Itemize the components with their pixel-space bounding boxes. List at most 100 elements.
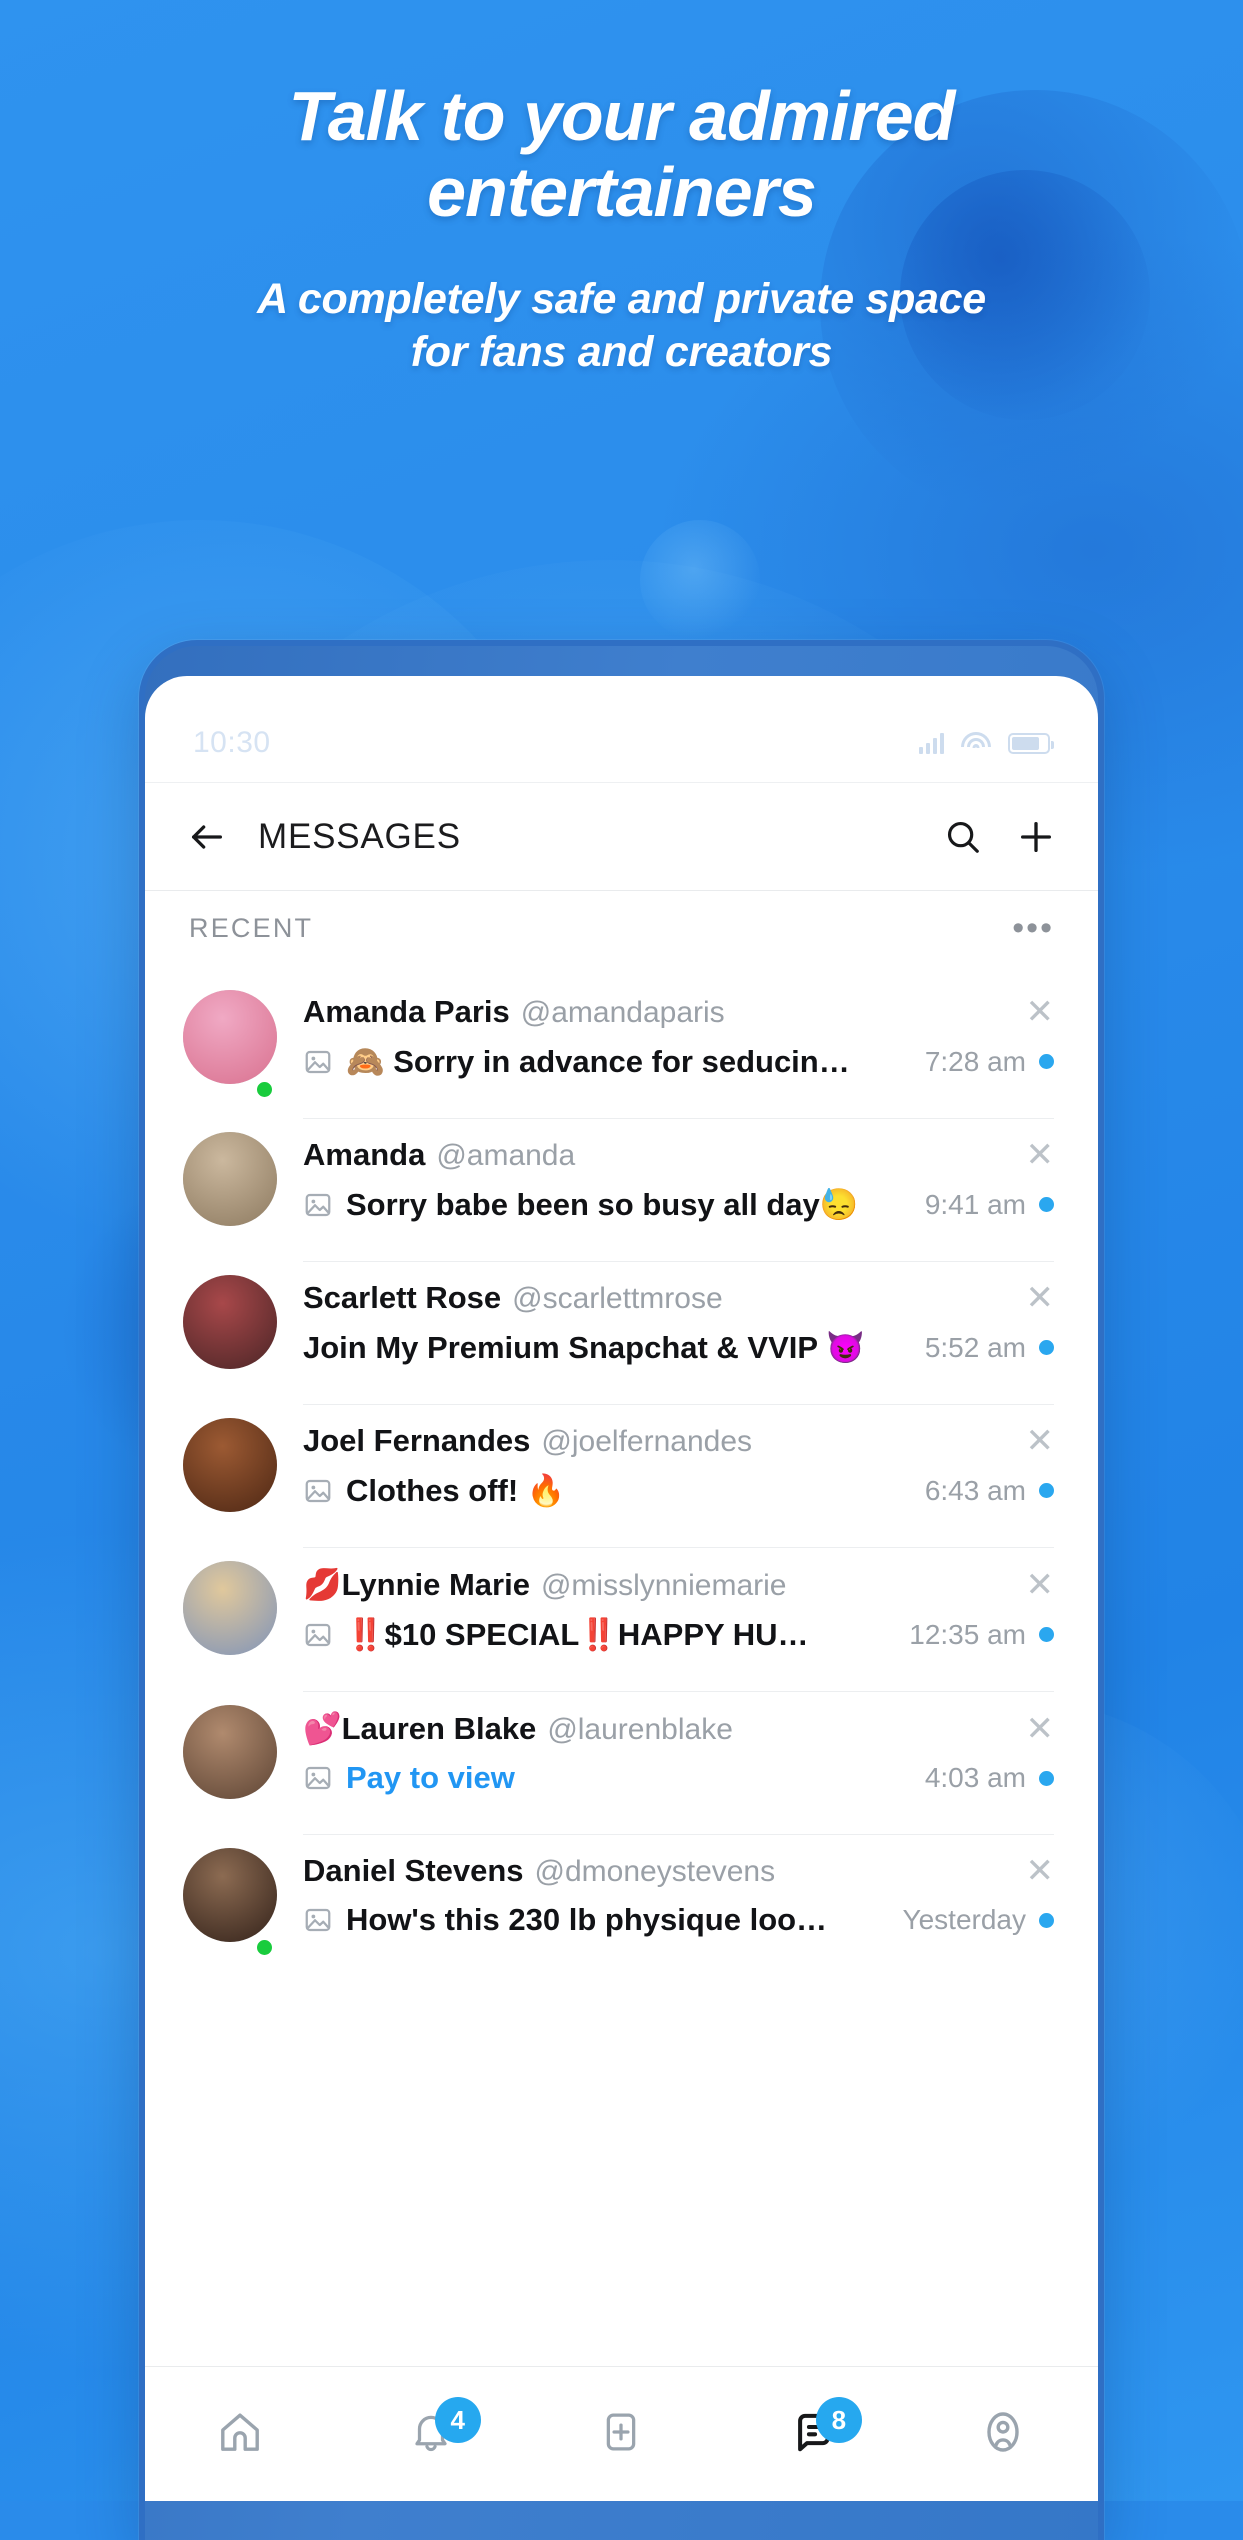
close-icon[interactable]: ✕: [1026, 1712, 1055, 1746]
conversation-bottom-line: How's this 230 lb physique loo… Yesterday: [303, 1902, 1054, 1938]
conversation-identity: 💕Lauren Blake @laurenblake: [303, 1710, 733, 1747]
unread-dot: [1039, 1627, 1054, 1642]
avatar[interactable]: [183, 1118, 277, 1245]
close-icon[interactable]: ✕: [1026, 1854, 1055, 1888]
close-icon[interactable]: ✕: [1026, 1281, 1055, 1315]
pay-to-view-link[interactable]: Pay to view: [346, 1760, 904, 1796]
timestamp: 4:03 am: [924, 1762, 1026, 1793]
phone-screen: 10:30 MESSAGES RECENT ••• Amanda Paris @a…: [145, 676, 1098, 2501]
nav-item-plus-square[interactable]: [526, 2367, 717, 2501]
conversation-top-line: 💋Lynnie Marie @misslynniemarie ✕: [303, 1566, 1054, 1603]
unread-dot: [1039, 1912, 1054, 1928]
user-handle: @misslynniemarie: [540, 1569, 787, 1602]
conversation-row[interactable]: Daniel Stevens @dmoneystevens ✕ How's this …: [145, 1818, 1098, 1960]
profile-icon: [979, 2408, 1027, 2461]
message-preview: ‼️$10 SPECIAL‼️HAPPY HU…: [346, 1617, 809, 1652]
conversation-bottom-line: ‼️$10 SPECIAL‼️HAPPY HU… 12:35 am: [303, 1616, 1054, 1653]
image-attachment-icon: [303, 1190, 333, 1220]
nav-item-message[interactable]: 8: [717, 2367, 908, 2501]
conversation-row[interactable]: Scarlett Rose @scarlettmrose ✕ Join My Prem…: [145, 1245, 1098, 1388]
promo-subtitle-line-1: A completely safe and private space: [257, 274, 986, 323]
bg-blob: [640, 520, 760, 640]
image-attachment-icon: [303, 1476, 333, 1506]
arrow-left-icon[interactable]: [187, 817, 227, 857]
close-icon[interactable]: ✕: [1026, 1424, 1055, 1458]
timestamp: Yesterday: [902, 1904, 1027, 1935]
messages-header-left: MESSAGES: [187, 817, 461, 857]
conversation-identity: 💋Lynnie Marie @misslynniemarie: [303, 1566, 786, 1603]
unread-dot: [1039, 1340, 1054, 1355]
promo-title-line-1: Talk to your admired: [288, 77, 956, 155]
user-handle: @scarlettmrose: [512, 1282, 723, 1315]
conversation-meta: 6:43 am: [925, 1475, 1054, 1507]
online-status-dot: [254, 1079, 275, 1100]
online-status-dot: [254, 1937, 275, 1958]
promo-title: Talk to your admired entertainers: [0, 0, 1243, 231]
nav-item-bell[interactable]: 4: [336, 2367, 527, 2501]
wifi-icon: [961, 732, 991, 754]
page-title: MESSAGES: [258, 816, 461, 856]
conversation-row[interactable]: Amanda @amanda ✕ Sorry babe been so busy al…: [145, 1102, 1098, 1245]
more-options-icon[interactable]: •••: [1012, 911, 1054, 946]
close-icon[interactable]: ✕: [1026, 995, 1055, 1029]
display-name: Daniel Stevens: [303, 1853, 524, 1888]
promo-subtitle-line-2: for fans and creators: [410, 328, 833, 377]
conversation-body: Daniel Stevens @dmoneystevens ✕ How's this …: [303, 1834, 1054, 1960]
search-icon[interactable]: [944, 818, 982, 856]
avatar[interactable]: [183, 1691, 277, 1818]
conversation-row[interactable]: Joel Fernandes @joelfernandes ✕ Clothes off…: [145, 1388, 1098, 1531]
nav-item-home[interactable]: [145, 2367, 336, 2501]
conversation-meta: Yesterday: [902, 1904, 1054, 1936]
conversation-top-line: Joel Fernandes @joelfernandes ✕: [303, 1423, 1054, 1459]
conversation-top-line: Scarlett Rose @scarlettmrose ✕: [303, 1280, 1054, 1316]
conversation-body: 💋Lynnie Marie @misslynniemarie ✕ ‼️$10 SPEC…: [303, 1547, 1054, 1675]
conversation-body: 💕Lauren Blake @laurenblake ✕ Pay to view 4:0…: [303, 1691, 1054, 1818]
avatar[interactable]: [183, 1404, 277, 1531]
timestamp: 9:41 am: [924, 1188, 1026, 1220]
message-preview: Sorry babe been so busy all day😓: [346, 1187, 859, 1222]
home-icon: [216, 2408, 264, 2461]
conversation-body: Amanda Paris @amandaparis ✕ 🙈 Sorry in adva…: [303, 976, 1054, 1102]
message-preview: 🙈 Sorry in advance for seducin…: [346, 1044, 850, 1079]
image-attachment-icon: [303, 1047, 333, 1077]
conversation-meta: 12:35 am: [909, 1619, 1054, 1651]
avatar[interactable]: [183, 976, 277, 1102]
conversation-row[interactable]: 💕Lauren Blake @laurenblake ✕ Pay to view 4:0…: [145, 1675, 1098, 1818]
close-icon[interactable]: ✕: [1026, 1568, 1055, 1602]
image-attachment-icon: [303, 1620, 333, 1650]
timestamp: 7:28 am: [924, 1045, 1026, 1077]
plus-icon[interactable]: [1016, 817, 1056, 857]
nav-item-profile[interactable]: [907, 2367, 1098, 2501]
unread-dot: [1039, 1197, 1054, 1212]
conversation-bottom-line: Clothes off! 🔥 6:43 am: [303, 1472, 1054, 1509]
avatar[interactable]: [183, 1834, 277, 1960]
recent-label: RECENT: [189, 913, 314, 943]
conversation-bottom-line: Sorry babe been so busy all day😓 9:41 am: [303, 1186, 1054, 1223]
display-name: Amanda Paris: [303, 994, 510, 1029]
conversation-top-line: Amanda @amanda ✕: [303, 1137, 1054, 1173]
image-attachment-icon: [303, 1905, 333, 1935]
avatar[interactable]: [183, 1261, 277, 1388]
timestamp: 5:52 am: [924, 1331, 1026, 1363]
display-name: Joel Fernandes: [303, 1423, 531, 1458]
conversation-body: Joel Fernandes @joelfernandes ✕ Clothes off…: [303, 1404, 1054, 1531]
user-handle: @laurenblake: [547, 1713, 733, 1746]
messages-header-actions: [944, 817, 1056, 857]
display-name: 💕Lauren Blake: [303, 1711, 537, 1746]
avatar[interactable]: [183, 1547, 277, 1675]
conversation-row[interactable]: Amanda Paris @amandaparis ✕ 🙈 Sorry in adva…: [145, 960, 1098, 1102]
conversation-bottom-line: Join My Premium Snapchat & VVIP 😈 5:52 am: [303, 1329, 1054, 1366]
conversation-row[interactable]: 💋Lynnie Marie @misslynniemarie ✕ ‼️$10 SPEC…: [145, 1531, 1098, 1675]
plus-square-icon: [598, 2409, 644, 2460]
conversation-meta: 5:52 am: [925, 1332, 1054, 1364]
bottom-navigation[interactable]: 48: [145, 2366, 1098, 2501]
display-name: 💋Lynnie Marie: [303, 1567, 530, 1602]
conversation-top-line: Daniel Stevens @dmoneystevens ✕: [303, 1853, 1054, 1889]
timestamp: 6:43 am: [924, 1474, 1026, 1506]
conversation-identity: Amanda Paris @amandaparis: [303, 994, 725, 1030]
conversation-list[interactable]: Amanda Paris @amandaparis ✕ 🙈 Sorry in adva…: [145, 960, 1098, 1960]
message-preview: Clothes off! 🔥: [346, 1473, 566, 1508]
nav-badge: 4: [434, 2397, 481, 2443]
unread-dot: [1039, 1483, 1054, 1498]
close-icon[interactable]: ✕: [1026, 1138, 1055, 1172]
